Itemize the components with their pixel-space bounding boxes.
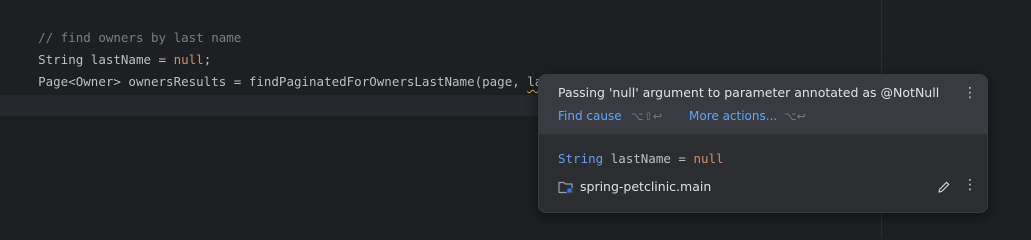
code-line-2[interactable]: String lastName = null; bbox=[8, 30, 211, 67]
snippet-text: lastName = bbox=[603, 151, 694, 166]
more-actions-link[interactable]: More actions... bbox=[689, 109, 777, 123]
popup-declaration-snippet[interactable]: String lastName = null bbox=[558, 151, 724, 166]
code-text: Page<Owner> ownersResults = findPaginate… bbox=[38, 74, 528, 89]
more-actions-shortcut: ⌥↩ bbox=[784, 110, 806, 123]
inspection-message: Passing 'null' argument to parameter ann… bbox=[558, 85, 940, 100]
find-cause-link[interactable]: Find cause bbox=[558, 109, 622, 123]
code-line-1[interactable]: // find owners by last name bbox=[8, 8, 241, 45]
code-line-3[interactable]: Page<Owner> ownersResults = findPaginate… bbox=[8, 52, 602, 89]
more-vertical-icon[interactable]: ⋮ bbox=[963, 85, 977, 101]
snippet-type-keyword: String bbox=[558, 151, 604, 166]
inspection-popup: Passing 'null' argument to parameter ann… bbox=[538, 74, 988, 213]
more-vertical-icon[interactable]: ⋮ bbox=[963, 177, 977, 193]
snippet-null-keyword: null bbox=[693, 151, 724, 166]
find-cause-shortcut: ⌥⇧↩ bbox=[631, 110, 663, 123]
edit-pencil-icon[interactable] bbox=[937, 180, 951, 194]
module-folder-icon bbox=[558, 181, 573, 194]
popup-header: Passing 'null' argument to parameter ann… bbox=[539, 75, 987, 134]
module-name[interactable]: spring-petclinic.main bbox=[580, 179, 711, 194]
